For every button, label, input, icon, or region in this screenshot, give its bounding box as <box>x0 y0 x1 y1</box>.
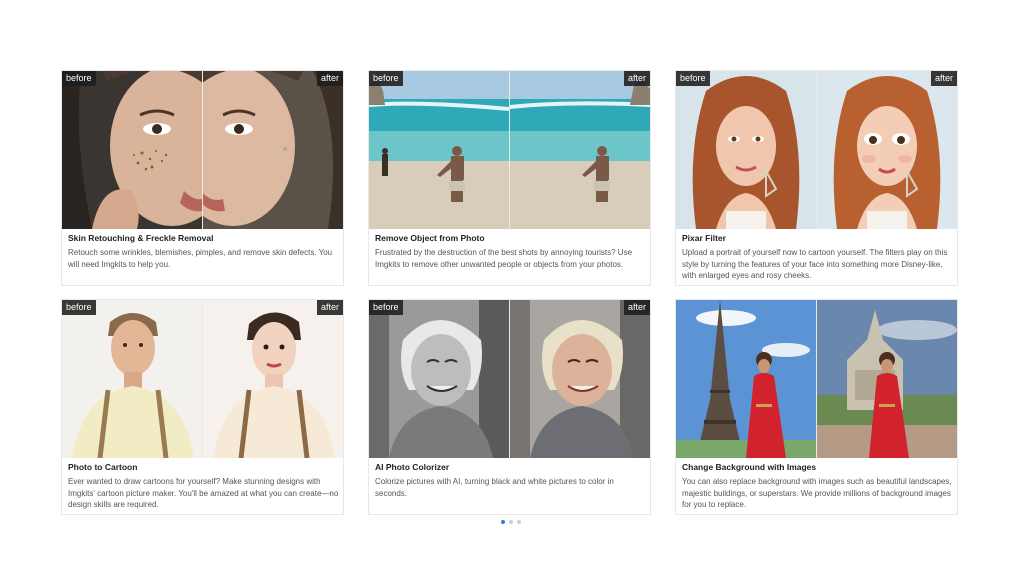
before-image <box>369 71 509 229</box>
before-after-image <box>62 71 343 229</box>
before-after-image <box>369 71 650 229</box>
feature-card-photo-to-cartoon[interactable]: before after Photo to Cartoon Ever wante… <box>61 299 344 515</box>
after-image <box>203 300 343 458</box>
feature-card-change-background[interactable]: Change Background with Images You can al… <box>675 299 958 515</box>
before-after-image <box>62 300 343 458</box>
card-description: Ever wanted to draw cartoons for yoursel… <box>68 477 339 509</box>
card-title: Remove Object from Photo <box>375 233 485 243</box>
pagination-dot-3[interactable] <box>517 520 521 524</box>
card-description: Colorize pictures with AI, turning black… <box>375 477 614 498</box>
before-image <box>62 300 202 458</box>
before-after-image <box>369 300 650 458</box>
feature-card-ai-colorizer[interactable]: before after AI Photo Colorizer Colorize… <box>368 299 651 515</box>
card-title: AI Photo Colorizer <box>375 462 450 472</box>
feature-card-skin-retouching[interactable]: before after Skin Retouching & Freckle R… <box>61 70 344 286</box>
pagination-dot-1[interactable] <box>501 520 505 524</box>
before-after-image <box>676 71 957 229</box>
feature-grid: before after Skin Retouching & Freckle R… <box>0 0 1024 576</box>
card-title: Change Background with Images <box>682 462 817 472</box>
after-tag: after <box>316 300 343 315</box>
after-image <box>510 300 650 458</box>
before-image <box>369 300 509 458</box>
before-tag: before <box>369 71 403 86</box>
after-tag: after <box>623 71 650 86</box>
card-title: Skin Retouching & Freckle Removal <box>68 233 214 243</box>
after-image <box>817 300 957 458</box>
after-image <box>203 71 343 229</box>
card-title: Photo to Cartoon <box>68 462 138 472</box>
before-image <box>62 71 202 229</box>
after-tag: after <box>930 71 957 86</box>
before-tag: before <box>62 300 96 315</box>
before-after-image <box>676 300 957 458</box>
card-description: Upload a portrait of yourself now to car… <box>682 248 948 280</box>
after-tag: after <box>316 71 343 86</box>
after-image <box>510 71 650 229</box>
before-image <box>676 300 816 458</box>
feature-card-pixar-filter[interactable]: before after Pixar Filter Upload a portr… <box>675 70 958 286</box>
pagination-dot-2[interactable] <box>509 520 513 524</box>
before-tag: before <box>62 71 96 86</box>
carousel-pagination <box>501 520 521 524</box>
before-tag: before <box>369 300 403 315</box>
card-description: Frustrated by the destruction of the bes… <box>375 248 633 269</box>
before-tag: before <box>676 71 710 86</box>
feature-card-remove-object[interactable]: before after Remove Object from Photo Fr… <box>368 70 651 286</box>
card-description: Retouch some wrinkles, blemishes, pimple… <box>68 248 333 269</box>
after-tag: after <box>623 300 650 315</box>
before-image <box>676 71 816 229</box>
card-title: Pixar Filter <box>682 233 726 243</box>
after-image <box>817 71 957 229</box>
card-description: You can also replace background with ima… <box>682 477 952 509</box>
